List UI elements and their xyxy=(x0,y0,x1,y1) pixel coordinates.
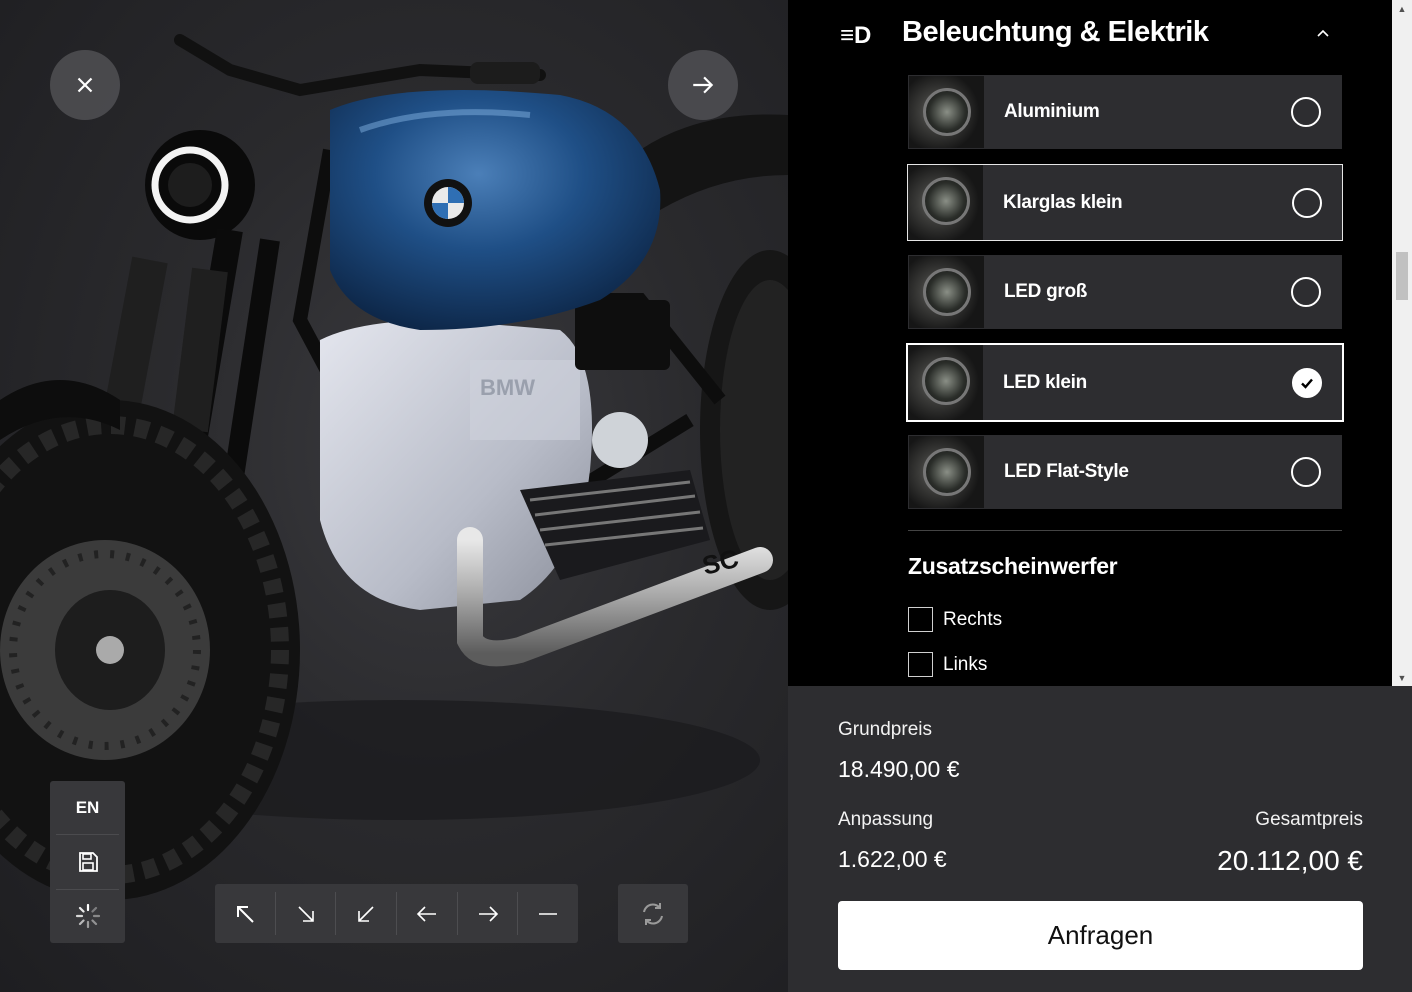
view-rear-left-button[interactable] xyxy=(336,892,398,935)
close-icon xyxy=(77,77,93,93)
divider xyxy=(908,530,1342,531)
side-toolbar: EN xyxy=(50,781,125,943)
loading-indicator xyxy=(56,890,119,943)
option-thumbnail xyxy=(908,345,983,420)
refresh-icon xyxy=(643,902,663,925)
view-angle-toolbar xyxy=(215,884,578,943)
scroll-down-icon[interactable]: ▼ xyxy=(1392,669,1412,686)
radio-button-checked[interactable] xyxy=(1292,367,1322,398)
arrow-up-left-icon xyxy=(236,905,254,923)
total-price-label: Gesamtpreis xyxy=(1255,809,1363,830)
checkbox-label: Rechts xyxy=(943,608,1003,630)
arrow-down-right-icon xyxy=(297,905,314,922)
base-price-label: Grundpreis xyxy=(838,719,932,740)
reset-view-button[interactable] xyxy=(618,884,688,943)
total-price-value: 20.112,00 € xyxy=(1217,845,1363,876)
option-led-flat-style[interactable]: LED Flat-Style xyxy=(908,435,1342,509)
price-panel: Grundpreis 18.490,00 € Anpassung 1.622,0… xyxy=(788,686,1412,992)
option-label: LED groß xyxy=(1004,281,1088,302)
language-toggle[interactable]: EN xyxy=(56,781,119,836)
option-klarglas-klein[interactable]: Klarglas klein xyxy=(907,164,1343,241)
option-thumbnail xyxy=(909,76,984,148)
customization-label: Anpassung xyxy=(838,809,934,830)
option-label: Aluminium xyxy=(1004,101,1100,122)
save-button[interactable] xyxy=(56,835,119,890)
radio-button[interactable] xyxy=(1291,97,1321,127)
arrow-right-icon xyxy=(693,76,714,94)
configurator-panel: ≡D Beleuchtung & Elektrik Aluminium Klar… xyxy=(788,0,1392,686)
option-thumbnail xyxy=(908,165,983,240)
close-button[interactable] xyxy=(50,50,120,120)
svg-text:BMW: BMW xyxy=(480,375,535,400)
option-label: Klarglas klein xyxy=(1003,191,1123,213)
3d-viewer[interactable]: BMW SC EN xyxy=(0,0,788,992)
section-header[interactable]: ≡D Beleuchtung & Elektrik xyxy=(788,0,1392,70)
option-led-gross[interactable]: LED groß xyxy=(908,255,1342,329)
view-left-button[interactable] xyxy=(397,892,458,935)
checkbox-rechts[interactable]: Rechts xyxy=(908,607,1002,632)
spinner-icon xyxy=(75,904,100,929)
option-led-klein[interactable]: LED klein xyxy=(906,343,1344,422)
option-thumbnail xyxy=(909,256,984,328)
save-icon xyxy=(78,852,98,872)
scrollbar-thumb[interactable] xyxy=(1396,252,1408,300)
arrow-right-icon xyxy=(478,905,498,922)
checkbox[interactable] xyxy=(908,652,933,677)
request-button[interactable]: Anfragen xyxy=(838,901,1363,970)
option-thumbnail xyxy=(909,436,984,508)
option-label: LED Flat-Style xyxy=(1004,461,1129,482)
scroll-up-icon[interactable]: ▲ xyxy=(1392,0,1412,17)
headlight-icon: ≡D xyxy=(840,22,872,49)
view-top-button[interactable] xyxy=(518,892,578,935)
checkmark-icon xyxy=(1301,378,1313,389)
next-button[interactable] xyxy=(668,50,738,120)
language-label: EN xyxy=(75,797,100,817)
option-label: LED klein xyxy=(1003,371,1087,393)
section-title: Beleuchtung & Elektrik xyxy=(902,16,1209,48)
checkbox-links[interactable]: Links xyxy=(908,652,987,677)
chevron-up-icon[interactable] xyxy=(1314,24,1332,42)
view-right-button[interactable] xyxy=(458,892,519,935)
customization-value: 1.622,00 € xyxy=(838,846,947,872)
arrow-left-icon xyxy=(416,905,436,922)
radio-button[interactable] xyxy=(1291,457,1321,487)
radio-button[interactable] xyxy=(1291,277,1321,307)
radio-button[interactable] xyxy=(1292,187,1322,218)
minus-icon xyxy=(539,912,558,915)
base-price-value: 18.490,00 € xyxy=(838,756,960,782)
checkbox-label: Links xyxy=(943,653,988,675)
view-front-left-button[interactable] xyxy=(215,892,276,935)
view-rear-right-button[interactable] xyxy=(276,892,337,935)
checkbox[interactable] xyxy=(908,607,933,632)
scrollbar[interactable]: ▲ ▼ xyxy=(1392,0,1412,686)
arrow-down-left-icon xyxy=(358,905,374,922)
subsection-title: Zusatzscheinwerfer xyxy=(908,553,1118,579)
option-aluminium[interactable]: Aluminium xyxy=(908,75,1342,149)
